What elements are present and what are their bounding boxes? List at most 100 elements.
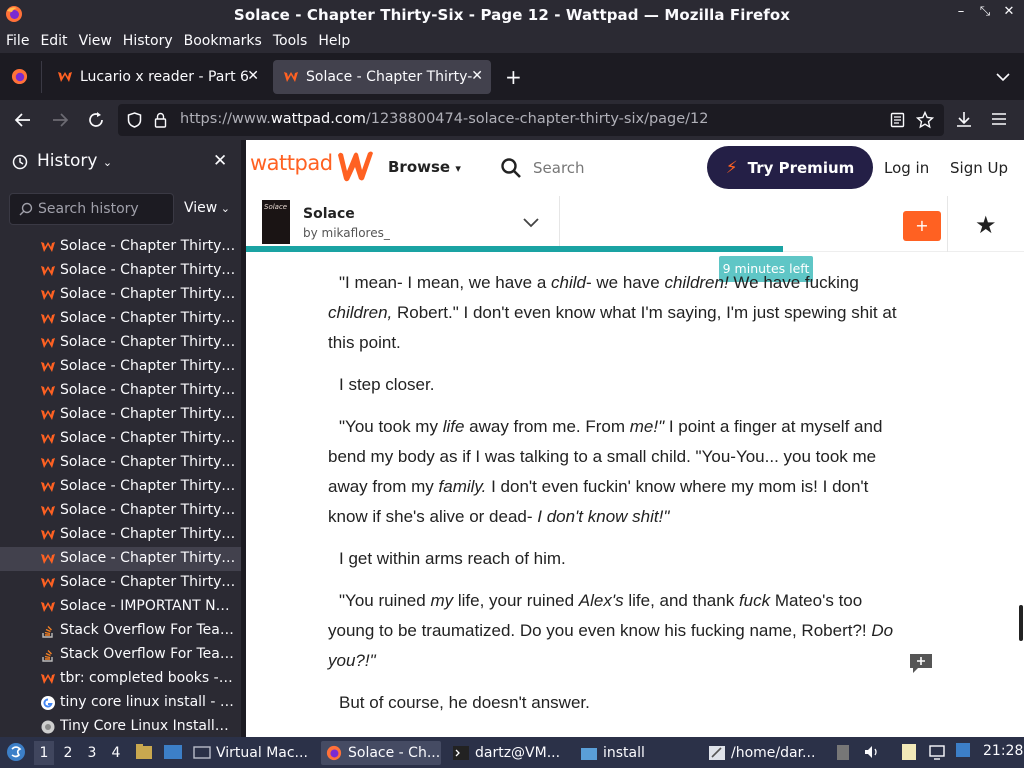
task-virtual-machine[interactable]: Virtual Mac... [193,741,308,765]
story-text-run: Robert." I don't even know what I'm sayi… [328,303,897,352]
story-emphasis: family. [438,477,487,496]
task-text-editor[interactable]: /home/dar... [708,741,815,765]
window-launcher-icon[interactable] [163,743,183,761]
history-item[interactable]: Solace - Chapter Thirty-Six - Page 2 - W… [0,475,241,499]
history-item-label: Solace - Chapter Thirty-Six - Page 6 - W… [60,382,237,398]
history-item[interactable]: Solace - Chapter Thirty-Five - Wattpad [0,523,241,547]
add-to-library-button[interactable]: + [903,211,941,241]
workspace-1[interactable]: 1 [34,741,54,765]
history-search-box[interactable] [9,193,174,225]
bookmark-star-icon[interactable] [916,111,934,129]
downloads-icon[interactable] [955,110,973,128]
close-window-button[interactable]: ✕ [1002,4,1016,19]
history-item[interactable]: Solace - Chapter Thirty-Six - Page 6 - W… [0,379,241,403]
file-manager-launcher-icon[interactable] [135,743,153,761]
reader-view-icon[interactable] [890,112,905,128]
workspace-2[interactable]: 2 [58,741,78,765]
menu-edit[interactable]: Edit [40,33,67,49]
story-emphasis: children! [664,273,729,292]
lock-icon[interactable] [154,112,167,128]
task-terminal[interactable]: dartz@VM... [452,741,560,765]
chevron-down-icon[interactable] [522,213,540,231]
history-search-input[interactable] [38,199,168,219]
history-item[interactable]: Tiny Core Linux Installation [0,715,241,737]
maximize-button[interactable]: ⤡ [978,4,992,19]
story-text-run: away from me. From [464,417,630,436]
story-emphasis: I don't know shit!" [537,507,670,526]
firefox-view-icon[interactable] [11,68,28,85]
close-tab-icon[interactable]: ✕ [247,68,259,84]
sidebar-title[interactable]: History ⌄ [37,151,112,171]
signup-link[interactable]: Sign Up [950,159,1008,177]
notes-tray-icon[interactable] [900,743,918,761]
close-sidebar-icon[interactable]: ✕ [213,151,227,171]
url-bar[interactable]: https://www.wattpad.com/1238800474-solac… [118,104,944,136]
start-menu-icon[interactable] [6,742,26,762]
tinycore-icon [41,720,55,734]
history-item[interactable]: Solace - Chapter Thirty-Four - Wattpad [0,547,241,571]
history-item[interactable]: Solace - Chapter Thirty-Six - Page 9 - W… [0,307,241,331]
history-item[interactable]: tbr: completed books - Wattpad [0,667,241,691]
menu-help[interactable]: Help [318,33,350,49]
volume-icon[interactable] [863,743,881,761]
history-item[interactable]: Solace - Chapter Thirty-Three - Wattpad [0,571,241,595]
scrollbar-thumb[interactable] [1019,605,1023,641]
menu-history[interactable]: History [123,33,173,49]
history-item[interactable]: Solace - Chapter Thirty-Six - Wattpad [0,499,241,523]
search-icon[interactable] [500,157,522,179]
history-item[interactable]: Solace - Chapter Thirty-Six - Page 3 - W… [0,451,241,475]
history-item-label: Solace - Chapter Thirty-Five - Wattpad [60,526,237,542]
history-item[interactable]: Stack Overflow For Teams [0,619,241,643]
login-link[interactable]: Log in [884,159,929,177]
task-firefox[interactable]: Solace - Ch... [321,741,441,765]
back-icon[interactable] [14,111,32,129]
task-file-manager[interactable]: install [580,741,645,765]
tab-solace[interactable]: Solace - Chapter Thirty-Six ✕ [273,60,491,94]
close-tab-icon[interactable]: ✕ [471,68,483,84]
network-tray-icon[interactable] [928,743,946,761]
tab-lucario[interactable]: Lucario x reader - Part 6 ✕ [47,60,267,94]
menu-hamburger-icon[interactable] [991,111,1007,127]
story-text: "I mean- I mean, we have a child- we hav… [328,268,906,730]
wattpad-w-icon[interactable] [336,149,376,183]
workspace-3[interactable]: 3 [82,741,102,765]
history-item[interactable]: Solace - IMPORTANT NOTE - Wattpad [0,595,241,619]
history-item[interactable]: Solace - Chapter Thirty-Six - Page 10 - … [0,283,241,307]
wattpad-icon [41,482,55,492]
history-item[interactable]: tiny core linux install - Google Search [0,691,241,715]
wattpad-icon [58,72,72,82]
workspace-4[interactable]: 4 [106,741,126,765]
history-item[interactable]: Solace - Chapter Thirty-Six - Page 5 - W… [0,403,241,427]
history-item-label: Solace - Chapter Thirty-Six - Wattpad [60,502,237,518]
clipboard-tray-icon[interactable] [836,743,850,761]
story-cover[interactable]: Solace [262,200,290,244]
search-input[interactable]: Search [533,159,585,177]
menu-tools[interactable]: Tools [273,33,308,49]
story-author[interactable]: by mikaflores_ [303,226,390,240]
browse-dropdown[interactable]: Browse ▾ [388,158,461,176]
menu-view[interactable]: View [79,33,112,49]
list-all-tabs-icon[interactable] [996,70,1010,84]
url-text[interactable]: https://www.wattpad.com/1238800474-solac… [180,111,709,127]
minimize-button[interactable]: – [954,4,968,19]
story-title[interactable]: Solace [303,206,355,222]
history-item[interactable]: Stack Overflow For Teams [0,643,241,667]
try-premium-button[interactable]: ⚡ Try Premium [707,146,873,189]
new-tab-button[interactable]: + [505,65,522,89]
reload-icon[interactable] [87,111,105,129]
bluetooth-tray-icon[interactable] [955,742,971,758]
comment-add-icon[interactable] [908,652,934,674]
history-item[interactable]: Solace - Chapter Thirty-Six - Page 11 - … [0,259,241,283]
history-item[interactable]: Solace - Chapter Thirty-Six - Page 4 - W… [0,427,241,451]
wattpad-logo[interactable]: wattpad [250,151,333,175]
forward-icon[interactable] [51,111,69,129]
menu-bookmarks[interactable]: Bookmarks [184,33,262,49]
history-item[interactable]: Solace - Chapter Thirty-Six - Page 8 - W… [0,331,241,355]
menu-file[interactable]: File [6,33,29,49]
history-item[interactable]: Solace - Chapter Thirty-Six - Page 12 - … [0,235,241,259]
vote-star-icon[interactable]: ★ [975,211,997,239]
history-item[interactable]: Solace - Chapter Thirty-Six - Page 7 - W… [0,355,241,379]
view-dropdown[interactable]: View ⌄ [184,200,230,216]
shield-icon[interactable] [127,112,142,128]
page-content: wattpad Browse ▾ Search ⚡ Try Premium Lo… [246,140,1024,737]
